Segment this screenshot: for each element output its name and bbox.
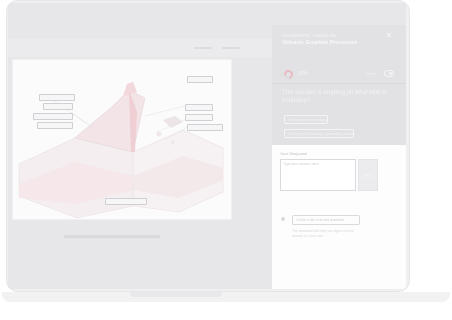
laptop-scene: Geosystems: Lesson 4a Volcanic Eruption …	[0, 0, 452, 320]
send-button[interactable]: Send	[358, 159, 378, 191]
voice-toggle[interactable]	[384, 70, 394, 77]
close-icon[interactable]: ✕	[384, 31, 394, 41]
diagram-label	[185, 114, 213, 121]
diagram-label	[105, 198, 147, 205]
laptop-base	[0, 292, 452, 308]
figure-caption	[64, 235, 184, 241]
response-label: Your Response	[280, 151, 308, 156]
divider	[272, 83, 406, 84]
diagram-label	[39, 94, 75, 101]
diagram-label	[37, 122, 73, 129]
lesson-eyebrow: Geosystems: Lesson 4a	[282, 33, 336, 39]
toolbar-item	[222, 47, 240, 49]
question-text: This volcano is erupting on what kind of…	[282, 90, 388, 104]
hint-button[interactable]: I'd like a hint from the assistant	[292, 215, 360, 225]
laptop-notch	[130, 292, 222, 297]
tutor-panel: Geosystems: Lesson 4a Volcanic Eruption …	[272, 25, 406, 289]
answer-option-divergent[interactable]: Divergent boundary, spreading center	[284, 129, 354, 138]
hint-icon	[281, 217, 285, 221]
progress-value: 33%	[298, 71, 309, 77]
voice-toggle-label: Voice	[366, 71, 376, 76]
tutor-panel-header: Geosystems: Lesson 4a Volcanic Eruption …	[272, 25, 406, 145]
response-input[interactable]: Type your answer here...	[280, 159, 356, 191]
app-toolbar	[8, 39, 276, 57]
progress-row: 33% Voice	[280, 68, 398, 81]
hint-note: The assistant will help you figure out t…	[292, 229, 355, 238]
toolbar-item	[194, 47, 212, 49]
laptop-deck	[2, 292, 450, 302]
figure-caption-text	[64, 235, 160, 238]
diagram-label	[185, 104, 213, 111]
laptop-screen: Geosystems: Lesson 4a Volcanic Eruption …	[8, 3, 406, 289]
diagram-label	[43, 103, 73, 110]
response-placeholder: Type your answer here...	[283, 162, 322, 166]
answer-option-convergent[interactable]: Convergent boundary	[284, 115, 328, 124]
volcano-diagram	[12, 59, 232, 220]
diagram-label	[187, 124, 223, 131]
lesson-title: Volcanic Eruption Processes	[282, 40, 358, 46]
progress-ring-icon	[282, 68, 295, 81]
volcano-illustration	[18, 82, 224, 219]
diagram-label	[187, 76, 213, 83]
diagram-label	[33, 113, 73, 120]
response-area: Your Response Type your answer here... S…	[272, 145, 406, 289]
